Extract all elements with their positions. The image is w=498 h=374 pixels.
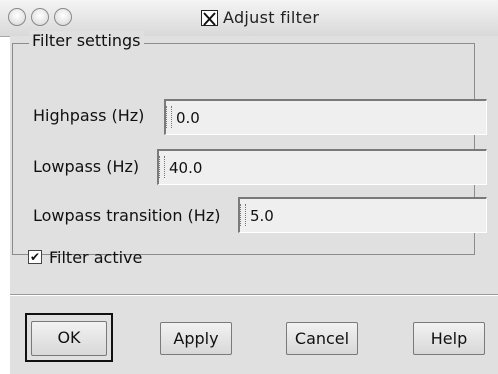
highpass-label: Highpass (Hz) xyxy=(33,106,145,125)
button-separator xyxy=(10,294,498,296)
adjust-filter-window: Adjust filter Filter settings Highpass (… xyxy=(0,0,498,374)
text-caret-icon xyxy=(166,106,172,128)
filter-active-label[interactable]: Filter active xyxy=(49,248,142,267)
group-title: Filter settings xyxy=(29,31,144,50)
text-caret-icon xyxy=(159,156,165,178)
cancel-button[interactable]: Cancel xyxy=(286,322,358,355)
filter-active-checkbox[interactable]: ✔ xyxy=(28,250,42,264)
ok-button[interactable]: OK xyxy=(31,321,107,356)
lowpass-label: Lowpass (Hz) xyxy=(33,157,140,176)
transition-label: Lowpass transition (Hz) xyxy=(33,206,221,225)
transition-input[interactable] xyxy=(238,197,487,233)
window-title: Adjust filter xyxy=(223,8,320,27)
zoom-icon[interactable] xyxy=(54,8,72,26)
x11-logo-icon xyxy=(201,10,218,26)
close-icon[interactable] xyxy=(8,8,26,26)
highpass-input[interactable] xyxy=(164,99,487,135)
help-button[interactable]: Help xyxy=(413,322,485,355)
apply-button[interactable]: Apply xyxy=(160,322,232,355)
minimize-icon[interactable] xyxy=(31,8,49,26)
lowpass-input[interactable] xyxy=(157,149,487,185)
text-caret-icon xyxy=(240,204,246,226)
